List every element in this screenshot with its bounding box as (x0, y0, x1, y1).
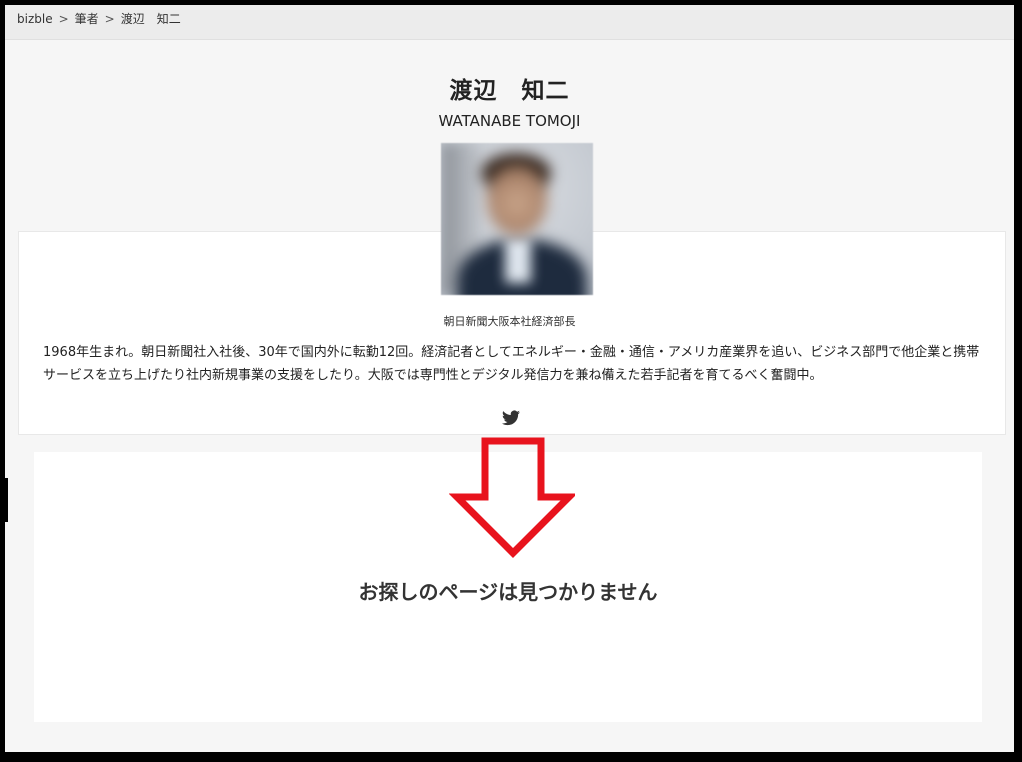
author-affiliation: 朝日新聞大阪本社経済部長 (443, 315, 576, 328)
down-arrow-icon (449, 437, 575, 558)
twitter-icon[interactable] (502, 410, 520, 426)
author-photo (441, 143, 593, 295)
left-edge-tab (0, 478, 8, 522)
breadcrumb-item-current: 渡辺 知二 (120, 12, 181, 26)
page-frame: bizble > 筆者 > 渡辺 知二 渡辺 知二 WATANABE TOMOJ… (5, 5, 1014, 752)
breadcrumb-separator: > (58, 11, 69, 26)
author-bio: 1968年生まれ。朝日新聞社入社後、30年で国内外に転勤12回。経済記者としてエ… (43, 345, 980, 383)
breadcrumb: bizble > 筆者 > 渡辺 知二 (17, 10, 181, 27)
author-name: 渡辺 知二 (449, 78, 570, 104)
breadcrumb-item-home[interactable]: bizble (17, 12, 53, 26)
breadcrumb-bar: bizble > 筆者 > 渡辺 知二 (5, 5, 1014, 40)
breadcrumb-item-authors[interactable]: 筆者 (75, 10, 99, 27)
not-found-message: お探しのページは見つかりません (358, 580, 658, 604)
author-name-english: WATANABE TOMOJI (438, 112, 581, 130)
breadcrumb-separator: > (104, 11, 115, 26)
